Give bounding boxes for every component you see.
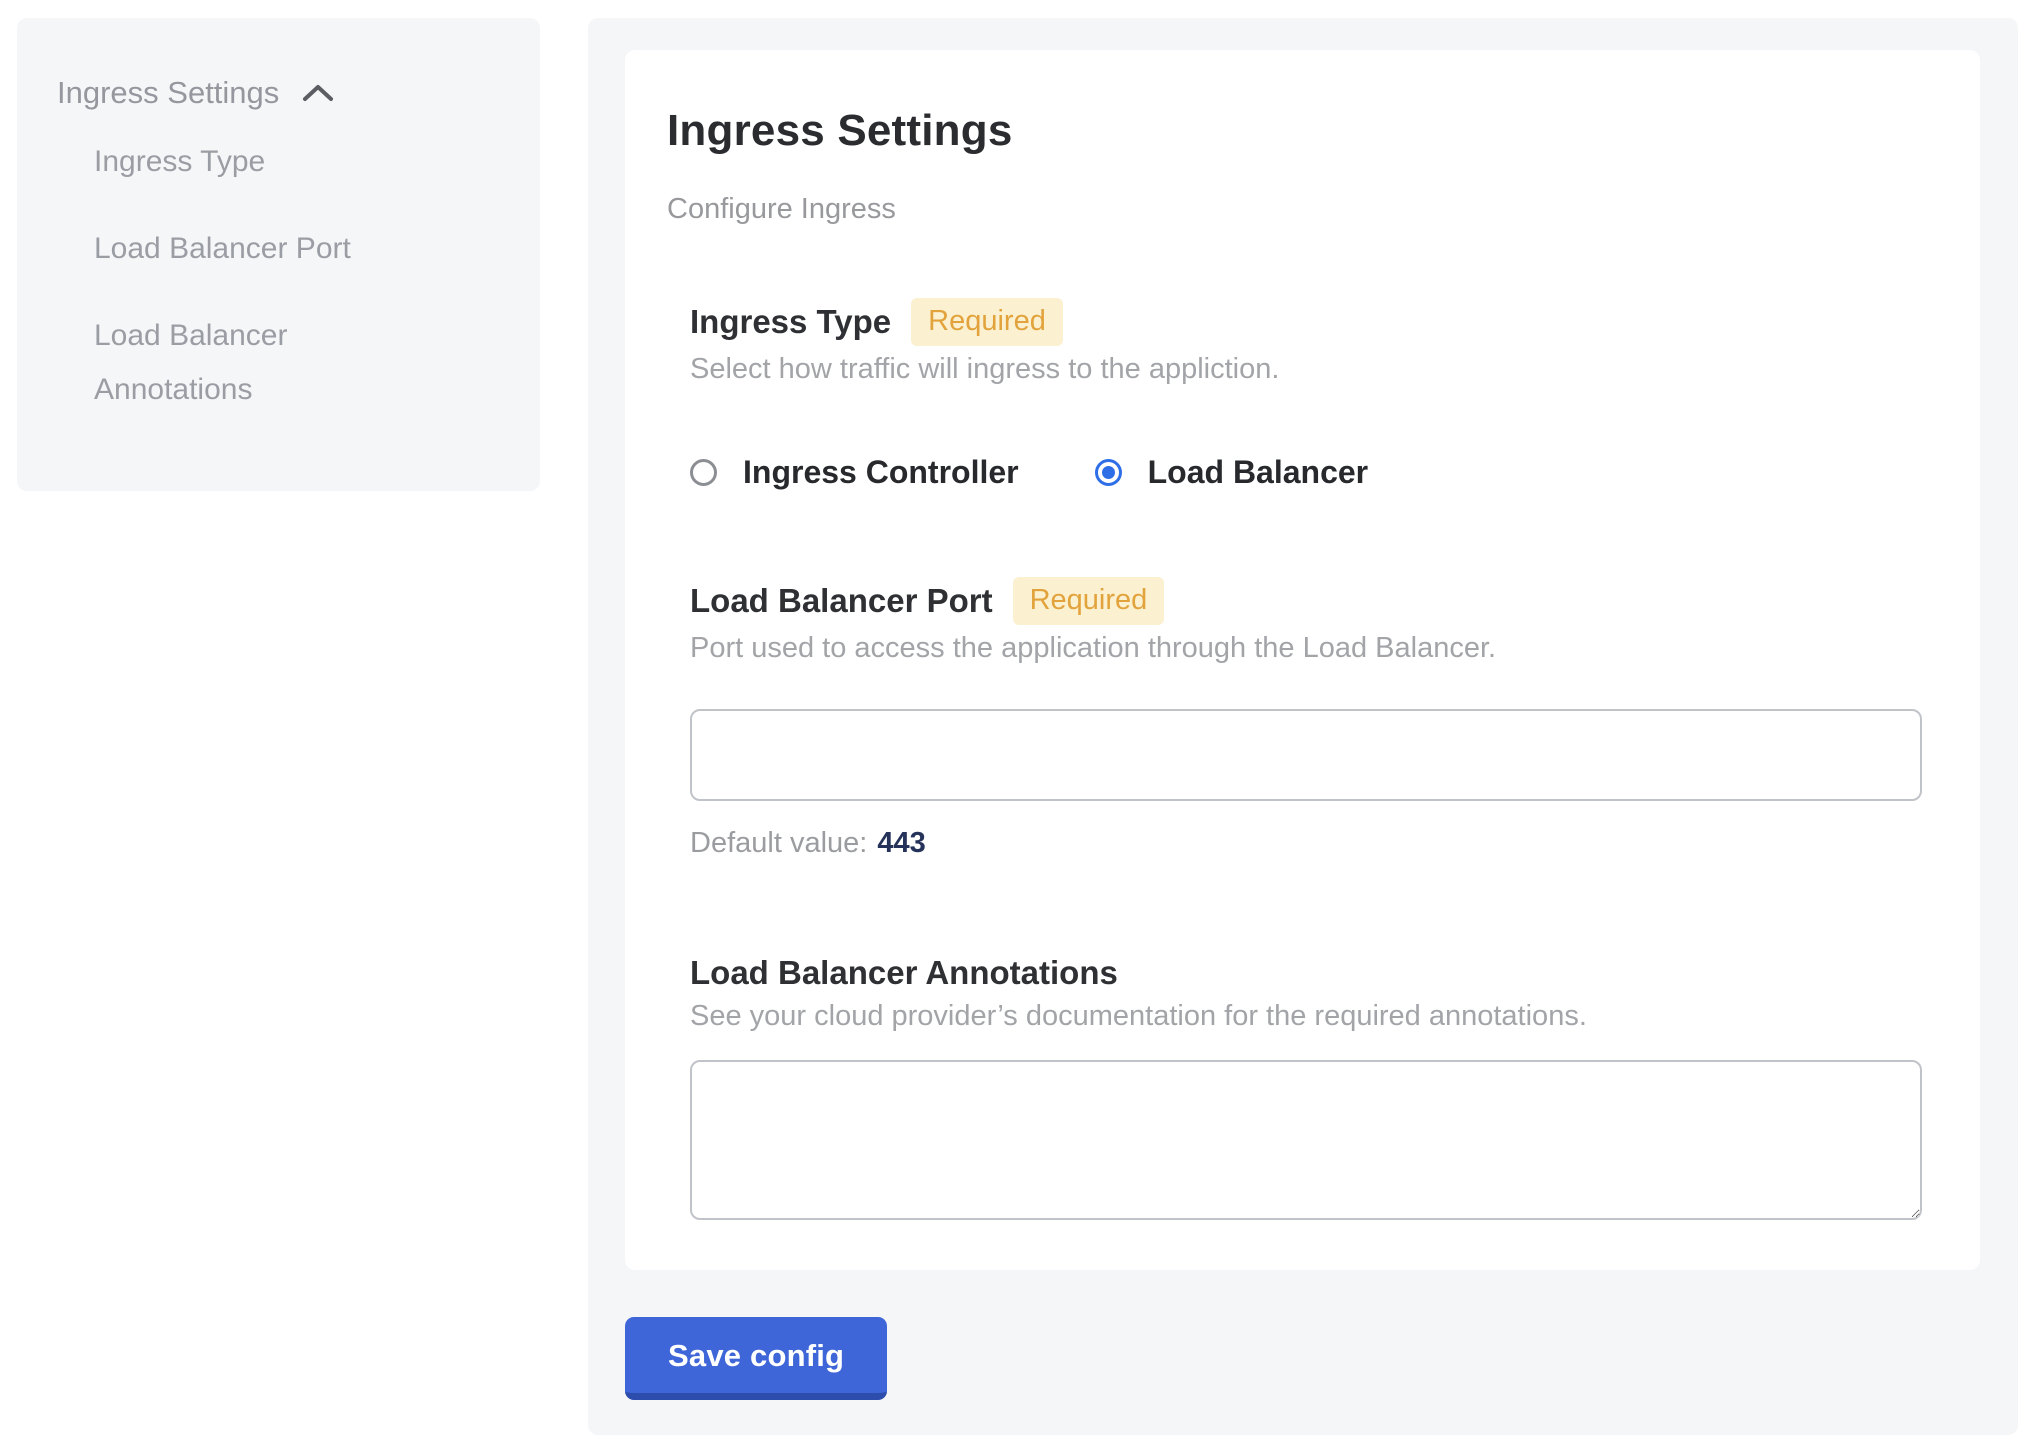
ingress-settings-card: Ingress Settings Configure Ingress Ingre… <box>625 50 1980 1270</box>
sidebar-item-list: Ingress Type Load Balancer Port Load Bal… <box>94 135 384 417</box>
radio-ingress-controller[interactable] <box>690 459 717 486</box>
required-badge: Required <box>1013 577 1165 625</box>
radio-label-ingress-controller[interactable]: Ingress Controller <box>743 452 1019 492</box>
page-title: Ingress Settings <box>667 108 1922 154</box>
lb-annotations-help: See your cloud provider’s documentation … <box>690 999 1922 1033</box>
save-config-button[interactable]: Save config <box>625 1317 887 1400</box>
default-value: 443 <box>877 827 925 859</box>
lb-port-title: Load Balancer Port <box>690 581 993 621</box>
radio-label-load-balancer[interactable]: Load Balancer <box>1148 452 1369 492</box>
lb-port-title-row: Load Balancer Port Required <box>690 577 1922 625</box>
lb-annotations-title-row: Load Balancer Annotations <box>690 953 1922 993</box>
page-subtitle: Configure Ingress <box>667 192 1922 226</box>
sidebar-item-load-balancer-annotations[interactable]: Load Balancer Annotations <box>94 309 384 417</box>
ingress-type-radio-group: Ingress Controller Load Balancer <box>690 452 1922 492</box>
main-panel: Ingress Settings Configure Ingress Ingre… <box>588 18 2018 1435</box>
section-ingress-type: Ingress Type Required Select how traffic… <box>690 298 1922 492</box>
sidebar-group-title: Ingress Settings <box>57 75 279 111</box>
ingress-type-title-row: Ingress Type Required <box>690 298 1922 346</box>
radio-option-load-balancer[interactable]: Load Balancer <box>1095 452 1369 492</box>
default-value-label: Default value: <box>690 827 867 859</box>
ingress-type-title: Ingress Type <box>690 302 891 342</box>
required-badge: Required <box>911 298 1063 346</box>
radio-load-balancer[interactable] <box>1095 459 1122 486</box>
sidebar-item-ingress-type[interactable]: Ingress Type <box>94 135 384 189</box>
sidebar-item-load-balancer-port[interactable]: Load Balancer Port <box>94 222 384 276</box>
section-load-balancer-port: Load Balancer Port Required Port used to… <box>690 577 1922 860</box>
sidebar-group-ingress-settings[interactable]: Ingress Settings <box>57 75 510 111</box>
config-screen: Ingress Settings Ingress Type Load Balan… <box>0 0 2036 1452</box>
load-balancer-port-input[interactable] <box>690 709 1922 801</box>
radio-option-ingress-controller[interactable]: Ingress Controller <box>690 452 1019 492</box>
lb-port-help: Port used to access the application thro… <box>690 631 1922 665</box>
section-load-balancer-annotations: Load Balancer Annotations See your cloud… <box>690 953 1922 1220</box>
form-sections: Ingress Type Required Select how traffic… <box>690 298 1922 1220</box>
ingress-type-help: Select how traffic will ingress to the a… <box>690 352 1922 386</box>
load-balancer-annotations-textarea[interactable] <box>690 1060 1922 1220</box>
lb-annotations-title: Load Balancer Annotations <box>690 953 1118 993</box>
default-value-row: Default value: 443 <box>690 826 1922 860</box>
settings-sidebar: Ingress Settings Ingress Type Load Balan… <box>17 18 540 491</box>
chevron-up-icon[interactable] <box>301 82 335 109</box>
